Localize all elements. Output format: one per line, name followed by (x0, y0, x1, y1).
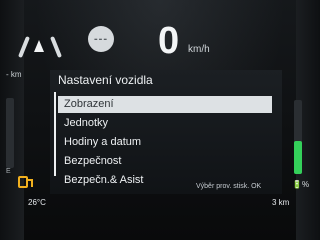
menu-item-zobrazeni[interactable]: Zobrazení (58, 96, 272, 113)
battery-gauge-fill (294, 141, 302, 174)
left-gauge-unit: - km (6, 70, 22, 79)
speed-unit: km/h (188, 44, 210, 55)
menu-item-hodiny-a-datum[interactable]: Hodiny a datum (58, 134, 272, 151)
ok-hint-text: Výběr prov. stisk. OK (196, 183, 262, 190)
navigation-arrow-icon (34, 40, 44, 52)
menu-title: Nastavení vozidla (58, 73, 153, 87)
battery-gauge (294, 100, 302, 174)
range-display: 3 km (272, 198, 290, 207)
speed-value: 0 (158, 20, 180, 62)
cruise-control-icon: --- (88, 26, 114, 52)
fuel-warning-icon (18, 176, 33, 188)
left-gauge-empty-label: E (6, 168, 11, 175)
left-gauge (6, 98, 14, 168)
menu-rail (54, 92, 56, 176)
battery-label: 🔋% (292, 180, 310, 189)
instrument-cluster: --- 0 km/h - km E Nastavení vozidla Zobr… (0, 0, 320, 240)
outside-temperature: 26°C (28, 198, 46, 207)
settings-menu: Zobrazení Jednotky Hodiny a datum Bezpeč… (58, 96, 272, 191)
menu-item-bezpecnost[interactable]: Bezpečnost (58, 153, 272, 170)
menu-item-jednotky[interactable]: Jednotky (58, 115, 272, 132)
lane-marker-right (50, 36, 62, 58)
